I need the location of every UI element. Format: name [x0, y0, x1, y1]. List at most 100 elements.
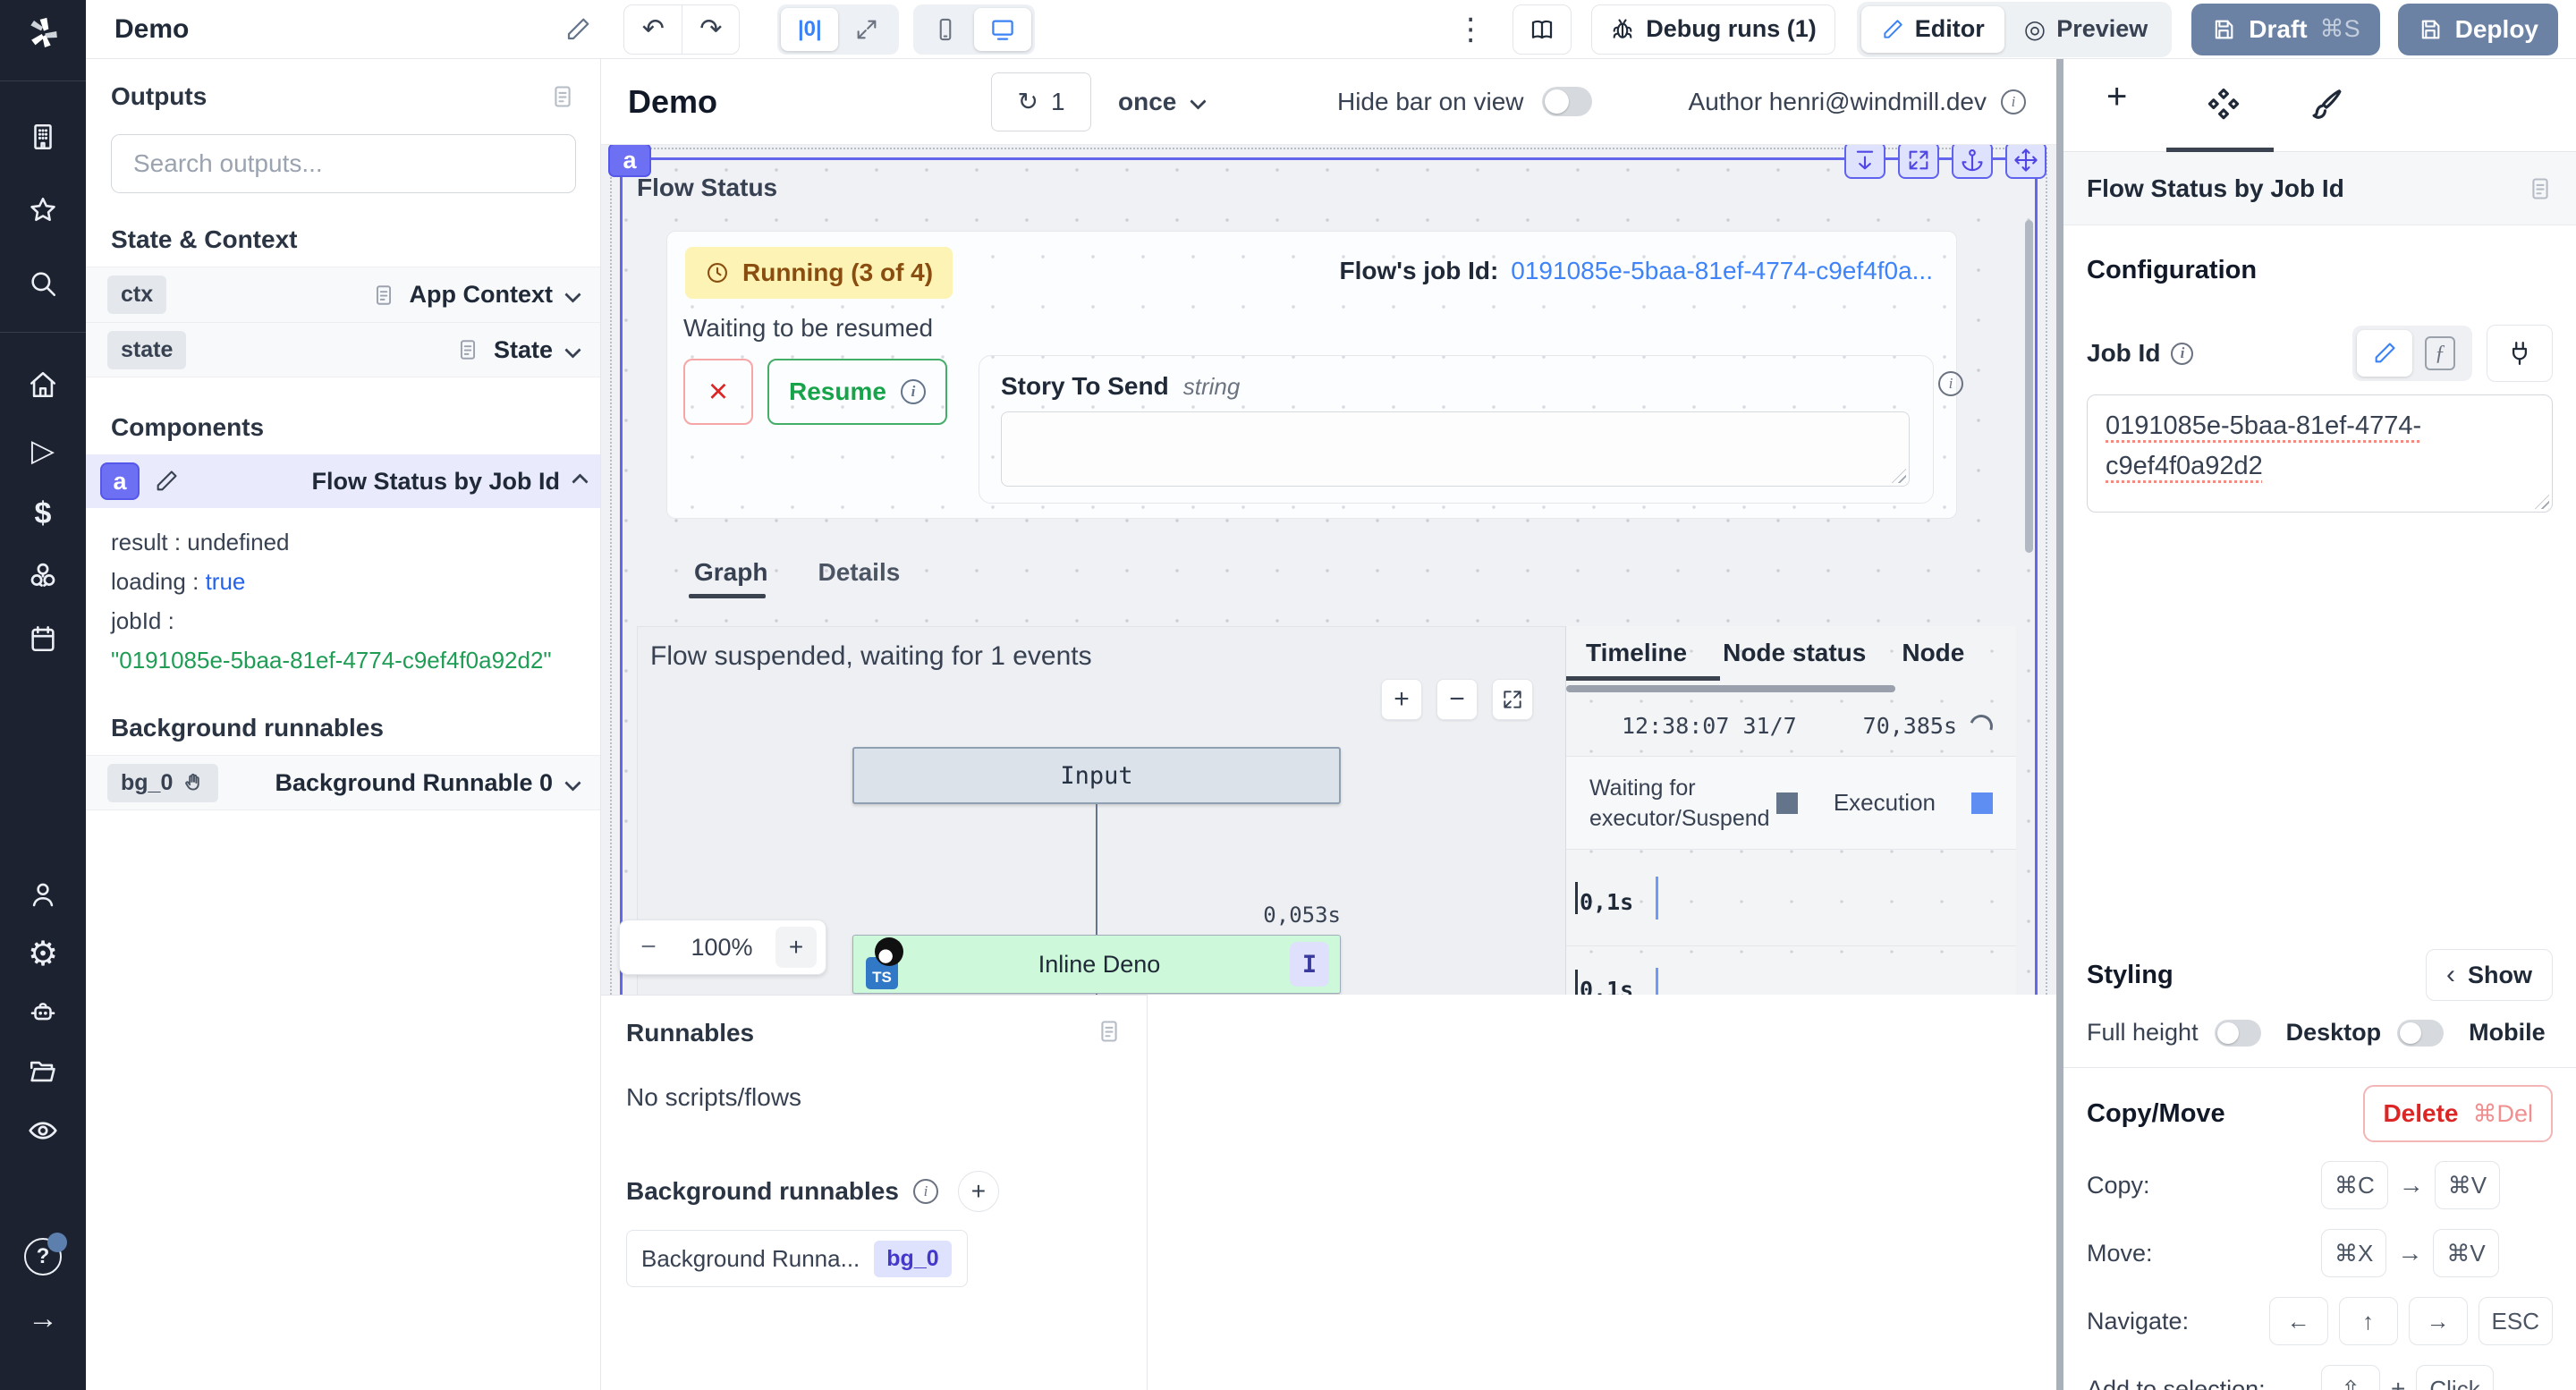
ctx-row[interactable]: ctx App Context: [86, 267, 600, 322]
desktop-toggle[interactable]: [2397, 1020, 2444, 1047]
tab-node-status[interactable]: Node status: [1723, 639, 1866, 667]
panel-doc-icon[interactable]: [2528, 176, 2553, 201]
tab-preview[interactable]: ◎ Preview: [2004, 6, 2168, 53]
info-icon: i: [913, 1179, 938, 1204]
resume-button[interactable]: Resume i: [767, 359, 947, 425]
components-title: Components: [86, 377, 600, 454]
home-icon[interactable]: [25, 367, 61, 403]
tab-details[interactable]: Details: [818, 558, 900, 592]
component-row-a[interactable]: a Flow Status by Job Id: [86, 454, 600, 508]
tab-editor[interactable]: Editor: [1861, 6, 2004, 53]
draft-button[interactable]: Draft ⌘S: [2191, 4, 2379, 55]
runnables-title: Runnables: [626, 1019, 754, 1047]
component-selection-border: [620, 157, 623, 995]
windmill-logo-icon[interactable]: [25, 14, 61, 50]
story-textarea[interactable]: [1001, 411, 1910, 487]
connect-input-button[interactable]: [2487, 325, 2553, 382]
redo-button[interactable]: ↷: [682, 5, 739, 54]
flow-node-step[interactable]: TS Inline Deno I: [852, 935, 1341, 994]
info-icon[interactable]: i: [2171, 343, 2193, 365]
app-canvas[interactable]: a Flow Status Running (3 of 4): [601, 145, 2056, 995]
chevron-down-icon[interactable]: [564, 286, 580, 302]
desktop-view-button[interactable]: [974, 8, 1031, 51]
schedule-value: once: [1118, 88, 1176, 116]
show-styling-button[interactable]: ‹ Show: [2426, 949, 2553, 1001]
anchor-button[interactable]: [1952, 145, 1993, 179]
arrow-right-icon: →: [2399, 1171, 2424, 1199]
fullscreen-button[interactable]: [1898, 145, 1939, 179]
add-bg-runnable-button[interactable]: +: [958, 1171, 999, 1212]
schedule-dropdown[interactable]: once: [1118, 88, 1204, 116]
search-outputs-input[interactable]: [111, 134, 576, 193]
settings-gear-icon[interactable]: ⚙: [25, 936, 61, 971]
job-id-textarea[interactable]: 0191085e-5baa-81ef-4774- c9ef4f0a92d2: [2087, 394, 2553, 513]
search-icon[interactable]: [25, 266, 61, 301]
deploy-button[interactable]: Deploy: [2398, 4, 2558, 55]
tab-node-definition[interactable]: Node: [1902, 639, 1964, 667]
cancel-button[interactable]: ×: [683, 359, 753, 425]
result-value: undefined: [187, 529, 289, 555]
workers-robot-icon[interactable]: [25, 995, 61, 1030]
edit-title-pencil-icon[interactable]: [564, 16, 591, 43]
flow-node-input[interactable]: Input: [852, 747, 1341, 804]
timeline-panel: Timeline Node status Node 12:38:07 31/7 …: [1565, 626, 2016, 995]
resize-handle[interactable]: [2535, 495, 2549, 509]
hide-bar-toggle[interactable]: [1542, 87, 1592, 116]
bg-runnable-item[interactable]: Background Runna... bg_0: [626, 1230, 968, 1287]
debug-runs-button[interactable]: Debug runs (1): [1591, 4, 1835, 55]
chevron-down-icon[interactable]: [564, 775, 580, 791]
tab-graph[interactable]: Graph: [694, 558, 767, 592]
panel-resizer[interactable]: [2056, 59, 2063, 1390]
full-width-layout-button[interactable]: [838, 8, 895, 51]
favorites-star-icon[interactable]: [25, 192, 61, 228]
account-icon[interactable]: [25, 877, 61, 912]
rename-pencil-icon[interactable]: [154, 469, 179, 494]
centered-layout-button[interactable]: |0|: [781, 8, 838, 51]
audit-eye-icon[interactable]: [25, 1113, 61, 1148]
chevron-down-icon[interactable]: [564, 342, 580, 358]
full-height-toggle[interactable]: [2215, 1020, 2261, 1047]
bg-runnable-row[interactable]: bg_0 Background Runnable 0: [86, 755, 600, 810]
schedules-calendar-icon[interactable]: [25, 621, 61, 657]
expand-down-button[interactable]: [1844, 145, 1885, 179]
help-icon[interactable]: ?: [24, 1238, 62, 1276]
static-input-mode-button[interactable]: [2357, 330, 2412, 377]
tab-global-styling[interactable]: [2307, 86, 2344, 123]
resources-icon[interactable]: [25, 558, 61, 594]
refresh-count-box[interactable]: ↻ 1: [991, 72, 1091, 131]
graph-fullscreen-button[interactable]: [1492, 679, 1533, 720]
more-menu-button[interactable]: ⋮: [1455, 12, 1486, 47]
zoom-out-button[interactable]: −: [629, 932, 668, 962]
docs-book-button[interactable]: [1513, 4, 1572, 55]
canvas-scrollbar[interactable]: [2025, 220, 2033, 553]
folders-icon[interactable]: [25, 1054, 61, 1089]
flow-job-id-link[interactable]: 0191085e-5baa-81ef-4774-c9ef4f0a...: [1511, 257, 1933, 285]
zoom-in-button[interactable]: +: [775, 927, 817, 968]
resize-handle[interactable]: [1892, 469, 1906, 483]
workspace-icon[interactable]: [25, 119, 61, 155]
component-label: Flow Status by Job Id: [311, 468, 560, 496]
collapse-sidebar-icon[interactable]: →: [25, 1301, 61, 1336]
panel-doc-icon[interactable]: [1097, 1019, 1122, 1044]
ctx-label: App Context: [410, 281, 553, 309]
move-button[interactable]: [2005, 145, 2046, 179]
selected-component-tag[interactable]: a: [608, 145, 651, 177]
template-input-mode-button[interactable]: ƒ: [2412, 330, 2468, 377]
tab-component-settings[interactable]: [2205, 86, 2242, 123]
state-row[interactable]: state State: [86, 322, 600, 377]
info-icon[interactable]: i: [2001, 89, 2026, 114]
horizontal-scrollbar[interactable]: [1566, 685, 1895, 692]
tab-timeline[interactable]: Timeline: [1586, 639, 1687, 667]
mobile-view-button[interactable]: [917, 8, 974, 51]
info-icon[interactable]: i: [1938, 371, 1963, 396]
outputs-panel: Outputs State & Context ctx App Context …: [86, 59, 601, 1390]
tab-insert-component[interactable]: +: [2106, 77, 2127, 117]
graph-zoom-in-button[interactable]: +: [1381, 679, 1422, 720]
chevron-up-icon[interactable]: [572, 473, 588, 489]
panel-doc-icon[interactable]: [550, 84, 575, 109]
variables-icon[interactable]: $: [25, 496, 61, 531]
runs-icon[interactable]: ▷: [25, 433, 61, 469]
undo-button[interactable]: ↶: [624, 5, 682, 54]
delete-component-button[interactable]: Delete ⌘Del: [2363, 1085, 2553, 1142]
graph-zoom-out-button[interactable]: −: [1436, 679, 1478, 720]
